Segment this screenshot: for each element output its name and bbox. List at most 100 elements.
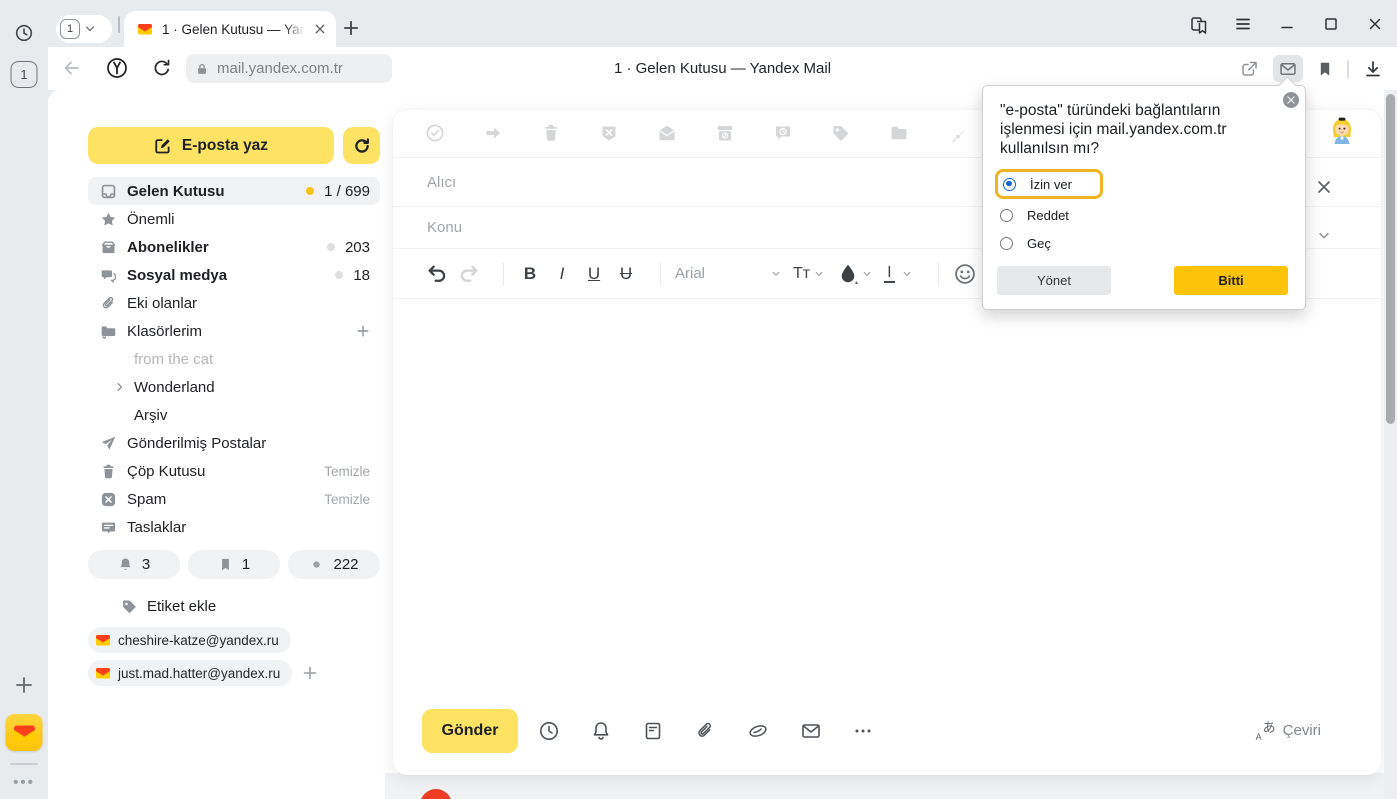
add-label-button[interactable]: Etiket ekle	[88, 594, 380, 618]
browser-window: 1 ••• 1 1 · Gelen Kutusu — Yand	[0, 0, 1397, 799]
clear-folder-link[interactable]: Temizle	[324, 464, 370, 479]
attach-from-disk-icon[interactable]	[747, 720, 769, 742]
chevron-down-icon[interactable]	[902, 269, 912, 279]
chevron-down-icon[interactable]	[771, 269, 781, 279]
dialog-option-ge[interactable]: Geç	[983, 229, 1305, 257]
template-icon[interactable]	[642, 720, 664, 742]
account-chip[interactable]: cheshire-katze@yandex.ru	[88, 627, 291, 653]
manage-button[interactable]: Yönet	[997, 266, 1111, 295]
menu-icon[interactable]	[1221, 0, 1265, 47]
yandex-logo-icon[interactable]	[106, 57, 128, 79]
unread-dot	[306, 187, 314, 195]
translate-icon: あ A	[1256, 720, 1276, 740]
font-family-select[interactable]: Arial	[675, 265, 771, 282]
sidebar-folder-wonderland[interactable]: Wonderland	[88, 373, 380, 401]
maximize-icon[interactable]	[1309, 0, 1353, 47]
radio-off-icon[interactable]	[1000, 209, 1013, 222]
counter-pill-bell[interactable]: 3	[88, 550, 180, 579]
mail-sidebar: E-posta yaz Gelen Kutusu1 / 699ÖnemliAbo…	[88, 127, 380, 686]
reload-icon[interactable]	[152, 58, 172, 78]
dialog-close-icon[interactable]	[1283, 92, 1299, 108]
share-icon[interactable]	[1239, 59, 1259, 79]
sidebar-folder-taslaklar[interactable]: Taslaklar	[88, 513, 380, 541]
underline-button[interactable]: U	[582, 260, 606, 288]
minimize-icon[interactable]	[1265, 0, 1309, 47]
history-icon[interactable]	[14, 23, 34, 43]
account-chip[interactable]: just.mad.hatter@yandex.ru	[88, 660, 292, 686]
italic-button[interactable]: I	[550, 260, 574, 288]
font-size-button[interactable]: Tт	[793, 265, 810, 283]
send-button[interactable]: Gönder	[422, 709, 518, 753]
translate-button[interactable]: あ A Çeviri	[1256, 720, 1321, 740]
compose-button[interactable]: E-posta yaz	[88, 127, 334, 164]
close-compose-icon[interactable]	[1316, 179, 1332, 195]
sidebar-more-icon[interactable]: •••	[13, 774, 35, 791]
sidebar-folder-ar-iv[interactable]: Arşiv	[88, 401, 380, 429]
schedule-send-icon[interactable]	[538, 720, 560, 742]
counter-pill-dot[interactable]: 222	[288, 550, 380, 579]
account-line: just.mad.hatter@yandex.ru	[88, 660, 318, 686]
highlight-color-icon[interactable]	[836, 260, 860, 288]
workspace-button[interactable]: 1	[11, 61, 38, 88]
add-account-icon[interactable]	[302, 665, 318, 681]
sidebar-folder-from-the-cat[interactable]: from the cat	[88, 345, 380, 373]
radio-on-icon[interactable]	[1003, 178, 1016, 191]
trash-icon	[100, 463, 117, 480]
sidebar-folder-sosyal-medya[interactable]: Sosyal medya18	[88, 261, 380, 289]
permission-dialog: "e-posta" türündeki bağlantılarınişlenme…	[982, 85, 1306, 310]
add-folder-icon[interactable]	[356, 324, 370, 338]
bell-icon	[118, 557, 133, 572]
chevron-down-icon[interactable]	[814, 269, 824, 279]
refresh-button[interactable]	[343, 127, 380, 164]
chevron-down-icon[interactable]	[862, 269, 872, 279]
counter-pill-bookmark[interactable]: 1	[188, 550, 280, 579]
dialog-option-reddet[interactable]: Reddet	[983, 201, 1305, 229]
sidebar-folder-klas-rlerim[interactable]: Klasörlerim	[88, 317, 380, 345]
more-options-icon[interactable]	[852, 720, 874, 742]
sidebar-folder-gelen-kutusu[interactable]: Gelen Kutusu1 / 699	[88, 177, 380, 205]
strikethrough-button[interactable]: U	[614, 260, 638, 288]
collapse-compose-icon[interactable]	[1317, 229, 1331, 243]
page-scrollbar[interactable]	[1384, 90, 1397, 799]
chevron-down-icon	[84, 23, 96, 35]
bold-button[interactable]: B	[518, 260, 542, 288]
sidebar-folder-nemli[interactable]: Önemli	[88, 205, 380, 233]
attach-file-icon[interactable]	[694, 720, 716, 742]
download-icon[interactable]	[1363, 59, 1383, 79]
emoji-icon[interactable]	[953, 260, 977, 288]
account-list: cheshire-katze@yandex.ru just.mad.hatter@…	[88, 627, 380, 686]
option-label: Reddet	[1027, 208, 1069, 223]
sidebar-folder-p-kutusu[interactable]: Çöp KutusuTemizle	[88, 457, 380, 485]
tab-close-icon[interactable]	[314, 23, 326, 35]
chevron-right-icon[interactable]	[114, 381, 126, 393]
done-button[interactable]: Bitti	[1174, 266, 1288, 295]
sidebar-folder-spam[interactable]: SpamTemizle	[88, 485, 380, 513]
dialog-options: İzin ver Reddet Geç	[983, 169, 1305, 257]
envelope-solid-icon	[657, 123, 677, 143]
scrollbar-thumb[interactable]	[1386, 94, 1395, 424]
back-icon[interactable]	[62, 58, 82, 78]
bookmark-icon[interactable]	[1317, 61, 1333, 77]
message-body[interactable]	[393, 299, 1381, 664]
yandex-mail-app-icon[interactable]	[6, 714, 43, 751]
paperclip-icon	[100, 295, 117, 312]
new-tab-icon[interactable]	[342, 19, 360, 37]
sidebar-folder-abonelikler[interactable]: Abonelikler203	[88, 233, 380, 261]
undo-icon[interactable]	[425, 260, 449, 288]
tab-group-button[interactable]: 1	[56, 15, 112, 43]
text-color-button[interactable]: I	[884, 265, 894, 283]
close-window-icon[interactable]	[1353, 0, 1397, 47]
sidebar-folder-g-nderilmi-postalar[interactable]: Gönderilmiş Postalar	[88, 429, 380, 457]
redo-icon[interactable]	[457, 260, 481, 288]
attach-from-mail-icon[interactable]	[800, 720, 822, 742]
user-avatar[interactable]	[1325, 114, 1359, 148]
clear-folder-link[interactable]: Temizle	[324, 492, 370, 507]
notify-icon[interactable]	[590, 720, 612, 742]
browser-tab[interactable]: 1 · Gelen Kutusu — Yand	[124, 11, 336, 47]
radio-off-icon[interactable]	[1000, 237, 1013, 250]
panels-icon[interactable]	[1177, 0, 1221, 47]
dialog-option-i-zin-ver[interactable]: İzin ver	[1001, 172, 1072, 196]
address-bar[interactable]: mail.yandex.com.tr	[186, 54, 392, 83]
add-panel-icon[interactable]	[14, 675, 34, 695]
sidebar-folder-eki-olanlar[interactable]: Eki olanlar	[88, 289, 380, 317]
